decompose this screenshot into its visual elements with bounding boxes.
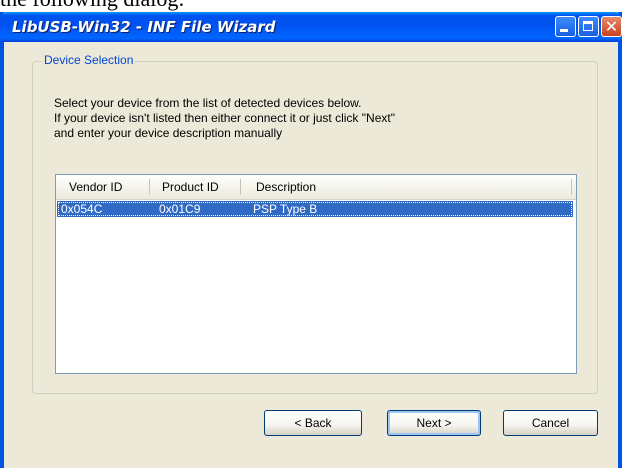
maximize-icon xyxy=(583,21,593,31)
cell-product-id: 0x01C9 xyxy=(159,202,201,216)
device-list[interactable]: Vendor ID Product ID Description 0x054C … xyxy=(55,174,577,374)
device-row-selected[interactable]: 0x054C 0x01C9 PSP Type B xyxy=(57,201,573,217)
back-button[interactable]: < Back xyxy=(264,410,362,436)
instructions-text: Select your device from the list of dete… xyxy=(54,96,584,141)
instruction-line-1: Select your device from the list of dete… xyxy=(54,96,362,110)
close-button[interactable]: ✕ xyxy=(601,16,622,37)
column-header-label: Vendor ID xyxy=(69,180,123,194)
column-separator[interactable] xyxy=(571,179,572,195)
column-header-vendor-id[interactable]: Vendor ID xyxy=(56,175,150,199)
column-header-product-id[interactable]: Product ID xyxy=(150,175,241,199)
group-legend: Device Selection xyxy=(42,53,136,67)
title-bar[interactable]: LibUSB-Win32 - INF File Wizard ✕ xyxy=(0,12,622,42)
minimize-button[interactable] xyxy=(555,16,576,37)
instruction-line-2: If your device isn't listed then either … xyxy=(54,111,395,125)
cell-vendor-id: 0x054C xyxy=(61,202,103,216)
minimize-icon xyxy=(560,29,568,32)
cell-description: PSP Type B xyxy=(253,202,318,216)
next-button[interactable]: Next > xyxy=(387,410,481,436)
window-title: LibUSB-Win32 - INF File Wizard xyxy=(12,18,276,36)
document-caption-fragment: the following dialog: xyxy=(0,0,622,12)
cancel-button[interactable]: Cancel xyxy=(503,410,598,436)
close-icon: ✕ xyxy=(604,17,619,36)
device-list-header: Vendor ID Product ID Description xyxy=(56,175,576,200)
caption-text: the following dialog: xyxy=(0,0,185,10)
instruction-line-3: and enter your device description manual… xyxy=(54,126,283,140)
column-header-label: Product ID xyxy=(162,180,219,194)
column-header-label: Description xyxy=(256,180,317,194)
maximize-button[interactable] xyxy=(578,16,599,37)
column-header-description[interactable]: Description xyxy=(241,175,572,199)
